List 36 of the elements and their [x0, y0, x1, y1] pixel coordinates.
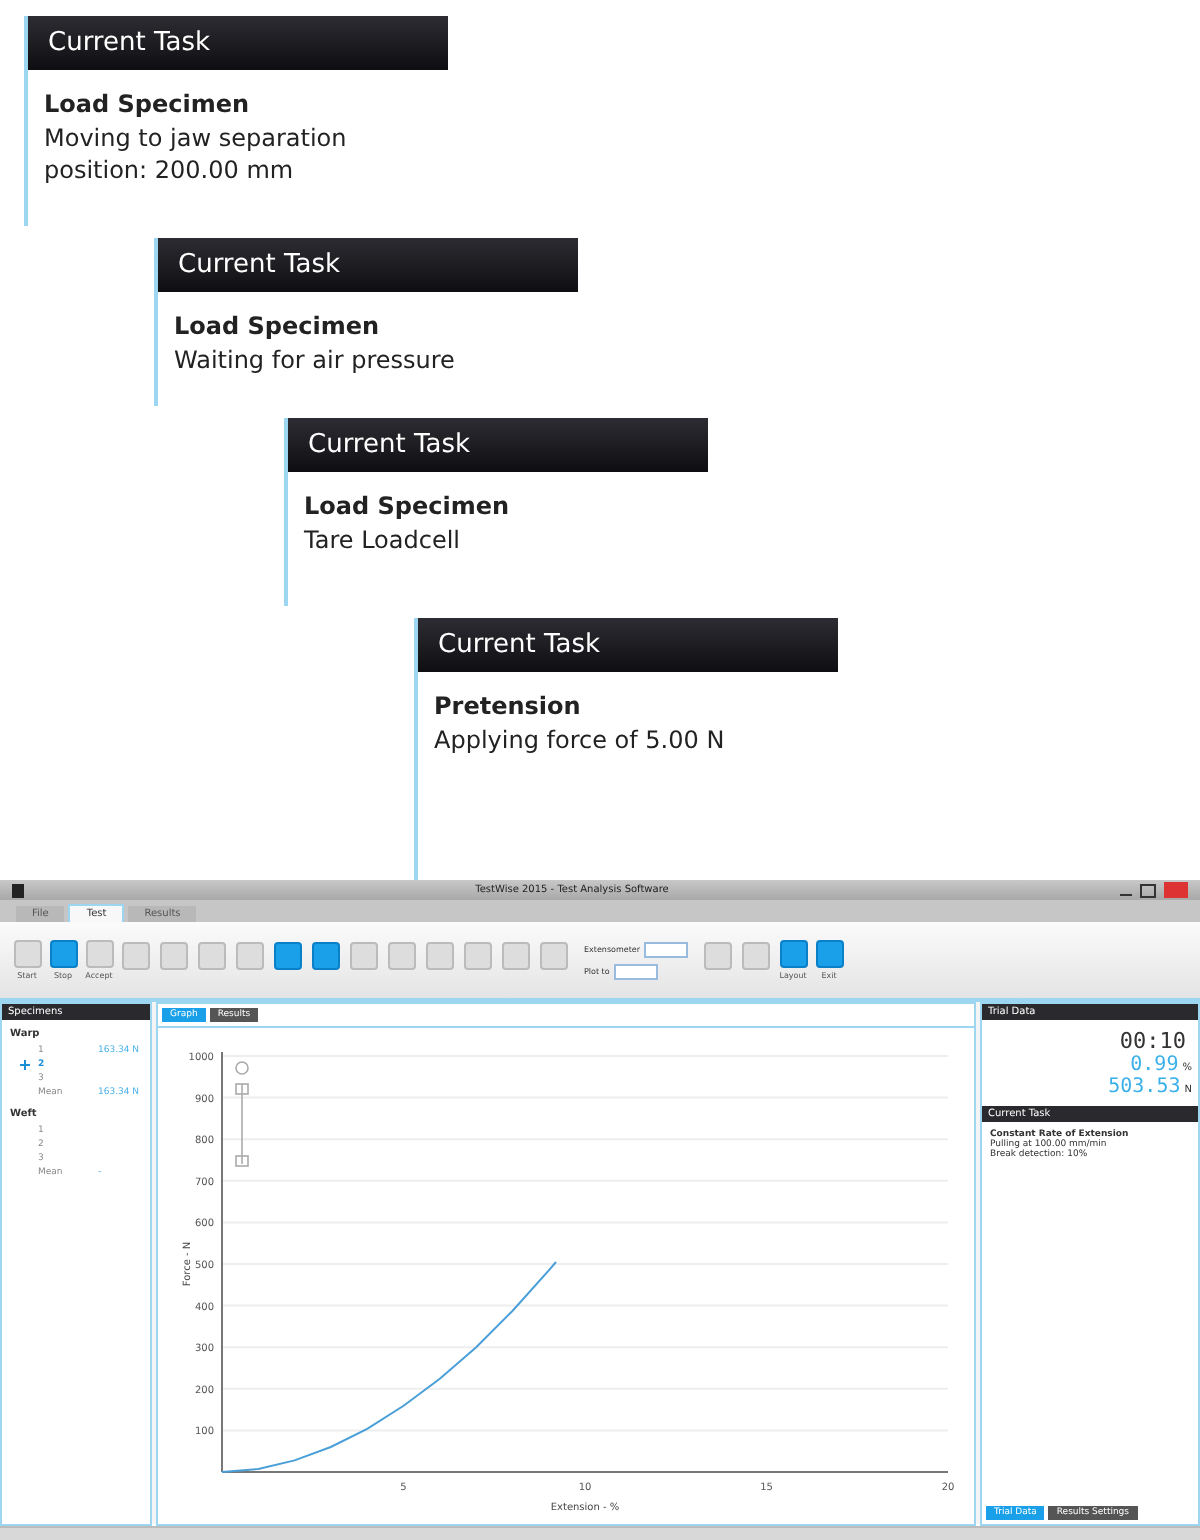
- ribbon-button[interactable]: [540, 941, 568, 969]
- maximize-icon[interactable]: [1140, 883, 1156, 897]
- current-marker-icon: [20, 1060, 30, 1070]
- ribbon-button[interactable]: [236, 941, 264, 969]
- input-field[interactable]: [644, 941, 689, 957]
- ribbon-button[interactable]: [312, 941, 340, 969]
- reading-value: 0.99: [1130, 1054, 1179, 1076]
- ribbon-button[interactable]: [160, 941, 188, 969]
- ribbon-button[interactable]: [350, 941, 378, 969]
- panel-title: Current Task: [288, 418, 708, 472]
- task-step: Load Specimen: [174, 312, 554, 340]
- ribbon-button[interactable]: [426, 941, 454, 969]
- zoom-control-drawing[interactable]: [235, 1061, 249, 1167]
- ribbon-button[interactable]: [742, 941, 771, 969]
- panel-title: Current Task: [158, 238, 578, 292]
- task-detail: Tare Loadcell: [304, 524, 462, 556]
- ribbon-button[interactable]: [464, 941, 492, 969]
- elapsed-time: 00:10: [1117, 1026, 1188, 1054]
- ribbon-button[interactable]: [274, 941, 302, 969]
- task-detail: Moving to jaw separation position: 200.00 mm: [44, 122, 349, 186]
- task-detail: Waiting for air pressure: [174, 344, 457, 376]
- ribbon-button[interactable]: [198, 941, 226, 969]
- ribbon-button[interactable]: [502, 941, 530, 969]
- ribbon-button[interactable]: [122, 941, 150, 969]
- panel-title: Current Task: [418, 618, 838, 672]
- panel-title: Current Task: [28, 16, 448, 70]
- app-logo-icon: [12, 883, 24, 897]
- task-step: Load Specimen: [44, 90, 424, 118]
- close-button[interactable]: [1164, 882, 1188, 898]
- ribbon-button[interactable]: [704, 941, 733, 969]
- ribbon-button[interactable]: [388, 941, 416, 969]
- task-detail: Applying force of 5.00 N: [434, 724, 727, 756]
- input-field[interactable]: [613, 963, 658, 979]
- task-step: Pretension: [434, 692, 814, 720]
- task-step: Load Specimen: [304, 492, 684, 520]
- reading-value: 503.53: [1108, 1076, 1181, 1098]
